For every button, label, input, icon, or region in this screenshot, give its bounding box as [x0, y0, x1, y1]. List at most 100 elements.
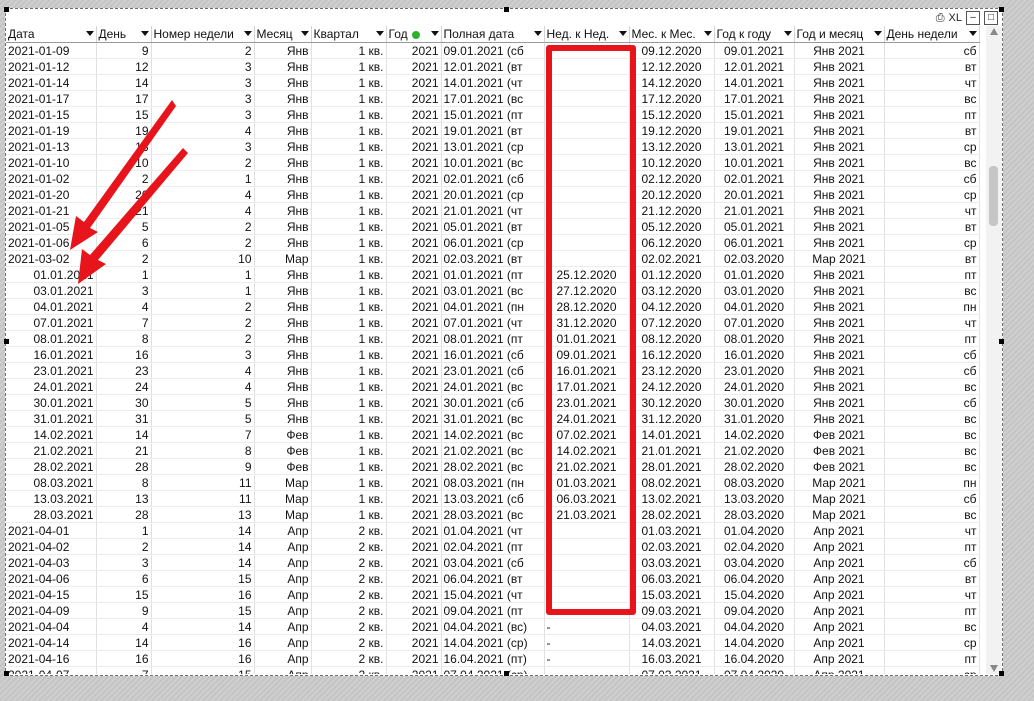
dropdown-arrow-icon[interactable] — [300, 31, 309, 36]
table-cell: 2021-01-21 — [6, 202, 97, 219]
print-icon[interactable]: ⎙ — [936, 12, 945, 25]
dropdown-arrow-icon[interactable] — [873, 31, 882, 36]
table-cell: 4 — [151, 202, 255, 219]
table-cell: 24.01.2021 — [6, 378, 97, 395]
table-row[interactable]: 2021-04-14 14 16 Апр 2 кв. 2021 14.04.2021 (ср… — [6, 634, 980, 651]
resize-handle[interactable] — [999, 339, 1004, 344]
table-cell: Янв 2021 — [794, 138, 885, 155]
table-row[interactable]: 2021-03-02 2 10 Мар 1 кв. 2021 02.03.2021 (вт -… — [6, 250, 980, 267]
column-header[interactable]: Месяц — [254, 26, 312, 43]
resize-handle[interactable] — [999, 7, 1004, 12]
dropdown-arrow-icon[interactable] — [618, 31, 627, 36]
table-row[interactable]: 2021-01-20 20 4 Янв 1 кв. 2021 20.01.2021 (ср -… — [6, 186, 980, 203]
column-header[interactable]: Год к году — [714, 26, 795, 43]
resize-handle[interactable] — [504, 671, 509, 676]
table-row[interactable]: 2021-01-09 9 2 Янв 1 кв. 2021 09.01.2021 (сб -0… — [6, 42, 980, 59]
table-cell: 2021 — [386, 362, 442, 379]
table-row[interactable]: 2021-01-14 14 3 Янв 1 кв. 2021 14.01.2021 (чт -… — [6, 74, 980, 91]
table-row[interactable]: 24.01.2021 24 4 Янв 1 кв. 2021 24.01.2021 (вс 1… — [6, 378, 980, 395]
table-row[interactable]: 03.01.2021 3 1 Янв 1 кв. 2021 03.01.2021 (вс 27… — [6, 282, 980, 299]
table-row[interactable]: 16.01.2021 16 3 Янв 1 кв. 2021 16.01.2021 (сб 0… — [6, 346, 980, 363]
table-row[interactable]: 2021-01-17 17 3 Янв 1 кв. 2021 17.01.2021 (вс -… — [6, 90, 980, 107]
table-row[interactable]: 2021-04-04 4 14 Апр 2 кв. 2021 04.04.2021 (вс)… — [6, 618, 980, 635]
table-cell: 2021 — [386, 106, 442, 123]
column-header[interactable]: Год и месяц — [794, 26, 885, 43]
dropdown-arrow-icon[interactable] — [243, 31, 252, 36]
table-row[interactable]: 2021-04-03 3 14 Апр 2 кв. 2021 03.04.2021 (сб -… — [6, 554, 980, 571]
table-row[interactable]: 2021-04-15 15 16 Апр 2 кв. 2021 15.04.2021 (чт… — [6, 586, 980, 603]
resize-handle[interactable] — [999, 671, 1004, 676]
dropdown-arrow-icon[interactable] — [430, 31, 439, 36]
dropdown-arrow-icon[interactable] — [783, 31, 792, 36]
resize-handle[interactable] — [4, 339, 9, 344]
dropdown-arrow-icon[interactable] — [375, 31, 384, 36]
table-cell: 14.12.2020 — [629, 74, 715, 91]
resize-handle[interactable] — [504, 7, 509, 12]
scroll-down-arrow-icon[interactable] — [990, 665, 998, 672]
scroll-thumb[interactable] — [989, 166, 998, 226]
resize-handle[interactable] — [4, 671, 9, 676]
table-row[interactable]: 21.02.2021 21 8 Фев 1 кв. 2021 21.02.2021 (вс 1… — [6, 442, 980, 459]
dropdown-arrow-icon[interactable] — [533, 31, 542, 36]
table-cell: 15.03.2021 — [629, 586, 715, 603]
dropdown-arrow-icon[interactable] — [703, 31, 712, 36]
table-row[interactable]: 2021-01-15 15 3 Янв 1 кв. 2021 15.01.2021 (пт -… — [6, 106, 980, 123]
column-header[interactable]: День недели — [884, 26, 980, 43]
table-row[interactable]: 2021-01-02 2 1 Янв 1 кв. 2021 02.01.2021 (сб -0… — [6, 170, 980, 187]
maximize-button[interactable]: □ — [984, 11, 998, 25]
table-cell: 04.12.2020 — [629, 298, 715, 315]
column-header[interactable]: Квартал — [311, 26, 387, 43]
table-row[interactable]: 2021-01-13 13 3 Янв 1 кв. 2021 13.01.2021 (ср -… — [6, 138, 980, 155]
scroll-up-arrow-icon[interactable] — [990, 28, 998, 35]
table-cell: Фев 2021 — [794, 426, 885, 443]
dropdown-arrow-icon[interactable] — [85, 31, 94, 36]
column-header[interactable]: Мес. к Мес. — [629, 26, 715, 43]
column-header[interactable]: Номер недели — [151, 26, 255, 43]
table-row[interactable]: 2021-01-06 6 2 Янв 1 кв. 2021 06.01.2021 (ср -0… — [6, 234, 980, 251]
table-row[interactable]: 28.02.2021 28 9 Фев 1 кв. 2021 28.02.2021 (вс 2… — [6, 458, 980, 475]
table-row[interactable]: 13.03.2021 13 11 Мар 1 кв. 2021 13.03.2021 (сб… — [6, 490, 980, 507]
table-box-object[interactable]: ⎙ XL – □ Дата День Номер недели Месяц Кварта… — [5, 8, 1003, 676]
column-header[interactable]: Нед. к Нед. — [544, 26, 630, 43]
table-cell: 2021 — [386, 378, 442, 395]
table-row[interactable]: 2021-01-21 21 4 Янв 1 кв. 2021 21.01.2021 (чт -… — [6, 202, 980, 219]
table-row[interactable]: 2021-04-06 6 15 Апр 2 кв. 2021 06.04.2021 (вт -… — [6, 570, 980, 587]
table-row[interactable]: 23.01.2021 23 4 Янв 1 кв. 2021 23.01.2021 (сб 1… — [6, 362, 980, 379]
table-row[interactable]: 14.02.2021 14 7 Фев 1 кв. 2021 14.02.2021 (вс 0… — [6, 426, 980, 443]
xl-export-button[interactable]: XL — [949, 12, 962, 24]
table-cell: 08.02.2021 — [629, 474, 715, 491]
table-cell: Янв — [254, 266, 312, 283]
vertical-scrollbar[interactable] — [986, 26, 1002, 674]
table-row[interactable]: 2021-04-16 16 16 Апр 2 кв. 2021 16.04.2021 (пт… — [6, 650, 980, 667]
resize-handle[interactable] — [4, 7, 9, 12]
table-row[interactable]: 2021-04-01 1 14 Апр 2 кв. 2021 01.04.2021 (чт -… — [6, 522, 980, 539]
table-row[interactable]: 2021-04-02 2 14 Апр 2 кв. 2021 02.04.2021 (пт -… — [6, 538, 980, 555]
table-row[interactable]: 2021-01-12 12 3 Янв 1 кв. 2021 12.01.2021 (вт -… — [6, 58, 980, 75]
dropdown-arrow-icon[interactable] — [968, 31, 977, 36]
table-row[interactable]: 08.01.2021 8 2 Янв 1 кв. 2021 08.01.2021 (пт 01… — [6, 330, 980, 347]
table-row[interactable]: 07.01.2021 7 2 Янв 1 кв. 2021 07.01.2021 (чт 31… — [6, 314, 980, 331]
table-cell: 2 кв. — [311, 650, 387, 667]
table-cell: 2021-04-07 — [6, 666, 97, 674]
minimize-button[interactable]: – — [966, 11, 980, 25]
table-cell: 1 кв. — [311, 490, 387, 507]
table-row[interactable]: 01.01.2021 1 1 Янв 1 кв. 2021 01.01.2021 (пт 25… — [6, 266, 980, 283]
table-row[interactable]: 04.01.2021 4 2 Янв 1 кв. 2021 04.01.2021 (пн 28… — [6, 298, 980, 315]
dropdown-arrow-icon[interactable] — [140, 31, 149, 36]
table-row[interactable]: 2021-04-07715Апр2 кв.202107.04.2021 (ср)… — [6, 666, 980, 674]
column-header[interactable]: Дата — [6, 26, 97, 43]
table-cell: 16.01.2021 — [544, 362, 630, 379]
table-row[interactable]: 2021-01-19 19 4 Янв 1 кв. 2021 19.01.2021 (вт -… — [6, 122, 980, 139]
column-header[interactable]: Год — [386, 26, 442, 43]
table-row[interactable]: 2021-04-09 9 15 Апр 2 кв. 2021 09.04.2021 (пт -… — [6, 602, 980, 619]
column-header[interactable]: День — [96, 26, 152, 43]
table-row[interactable]: 08.03.2021 8 11 Мар 1 кв. 2021 08.03.2021 (пн 0… — [6, 474, 980, 491]
column-header-label: Дата — [8, 27, 35, 41]
table-row[interactable]: 31.01.2021 31 5 Янв 1 кв. 2021 31.01.2021 (вс 2… — [6, 410, 980, 427]
table-cell: 08.12.2020 — [629, 330, 715, 347]
column-header[interactable]: Полная дата — [441, 26, 545, 43]
table-row[interactable]: 30.01.2021 30 5 Янв 1 кв. 2021 30.01.2021 (сб 2… — [6, 394, 980, 411]
table-row[interactable]: 2021-01-05 5 2 Янв 1 кв. 2021 05.01.2021 (вт -0… — [6, 218, 980, 235]
table-row[interactable]: 28.03.2021 28 13 Мар 1 кв. 2021 28.03.2021 (вс… — [6, 506, 980, 523]
table-row[interactable]: 2021-01-10 10 2 Янв 1 кв. 2021 10.01.2021 (вс -… — [6, 154, 980, 171]
